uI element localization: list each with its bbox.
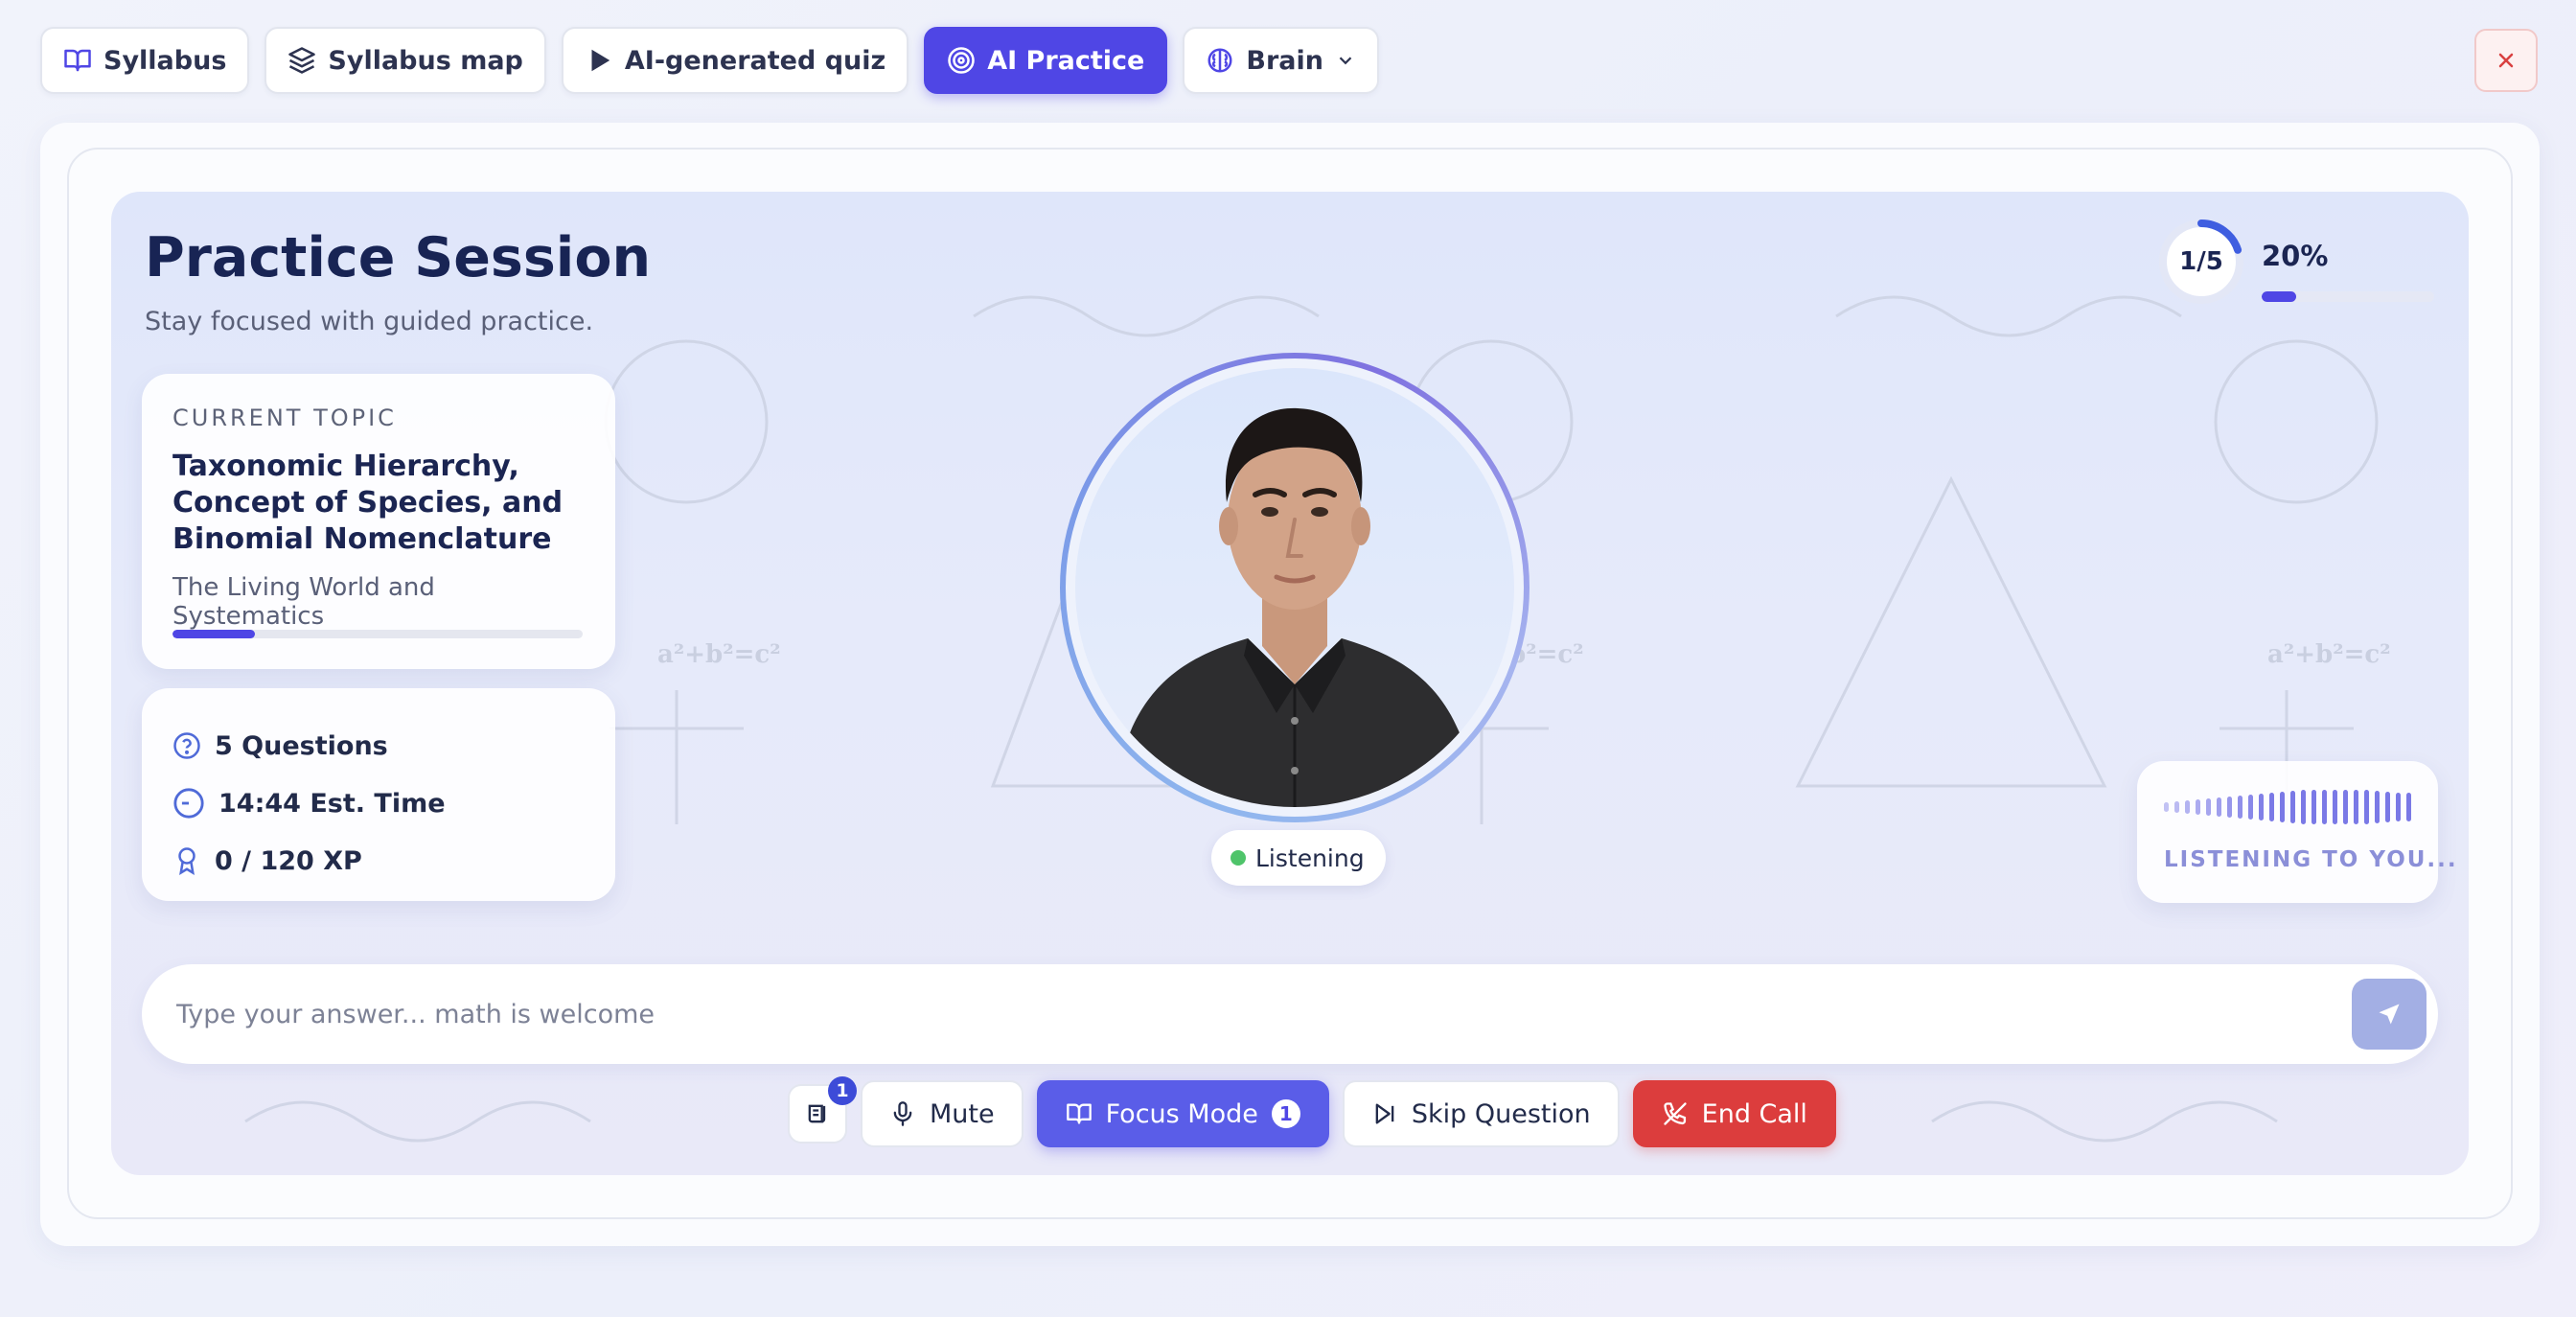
- notes-button[interactable]: 1: [788, 1076, 857, 1144]
- tab-label: AI-generated quiz: [624, 45, 886, 76]
- answer-bar: [142, 964, 2438, 1064]
- skip-question-label: Skip Question: [1411, 1098, 1591, 1129]
- waveform-bar: [2375, 791, 2380, 823]
- voice-activity-label: LISTENING TO YOU...: [2164, 847, 2458, 872]
- waveform-bar: [2385, 792, 2390, 822]
- waveform-bar: [2259, 794, 2264, 820]
- end-call-button[interactable]: End Call: [1632, 1080, 1836, 1147]
- tutor-avatar-ring: [1060, 353, 1530, 822]
- waveform-bar: [2333, 790, 2337, 824]
- waveform-bar: [2354, 790, 2358, 824]
- waveform-bar: [2248, 795, 2253, 820]
- waveform-bar: [2185, 800, 2190, 814]
- end-call-label: End Call: [1701, 1098, 1807, 1129]
- tab-syllabus[interactable]: Syllabus: [40, 27, 250, 94]
- skip-forward-icon: [1375, 1103, 1394, 1124]
- book-open-icon: [1066, 1103, 1092, 1124]
- stat-time-label: 14:44 Est. Time: [218, 788, 446, 819]
- avatar-status-badge: Listening: [1211, 830, 1386, 886]
- focus-mode-badge: 1: [1271, 1099, 1300, 1128]
- tab-label: Brain: [1246, 45, 1323, 76]
- answer-input[interactable]: [142, 964, 2352, 1064]
- waveform-bar: [2301, 790, 2306, 824]
- close-button[interactable]: [2474, 29, 2538, 92]
- waveform-bar: [2196, 799, 2200, 815]
- help-circle-icon: [173, 732, 200, 759]
- progress-percent: 20%: [2262, 240, 2329, 272]
- call-controls: 1 Mute Focus Mode 1 Skip Question End Ca…: [788, 1076, 1836, 1148]
- close-icon: [2498, 53, 2514, 68]
- tab-ai-quiz[interactable]: AI-generated quiz: [561, 27, 909, 94]
- send-button[interactable]: [2352, 979, 2426, 1050]
- progress-bar-fill: [2262, 291, 2296, 302]
- target-icon: [948, 47, 975, 74]
- waveform-bar: [2343, 790, 2348, 824]
- page-subtitle: Stay focused with guided practice.: [145, 307, 594, 336]
- stat-xp-label: 0 / 120 XP: [215, 845, 362, 876]
- voice-activity-card: LISTENING TO YOU...: [2137, 761, 2458, 903]
- stat-questions: 5 Questions: [172, 717, 585, 774]
- waveform-bar: [2312, 790, 2316, 824]
- topic-progress-fill: [172, 630, 255, 638]
- waveform-bar: [2364, 790, 2369, 824]
- tab-label: Syllabus: [104, 45, 227, 76]
- notes-badge: 1: [828, 1076, 857, 1105]
- send-icon: [2379, 1004, 2400, 1025]
- formula-decoration: a²+b²=c²: [2267, 640, 2391, 669]
- focus-mode-button[interactable]: Focus Mode 1: [1036, 1080, 1329, 1147]
- waveform-bar: [2174, 801, 2179, 813]
- tab-brain[interactable]: Brain: [1183, 27, 1379, 94]
- topic-title: Taxonomic Hierarchy, Concept of Species,…: [172, 450, 564, 556]
- waveform-bar: [2227, 797, 2232, 818]
- mute-label: Mute: [930, 1098, 995, 1129]
- stat-xp: 0 / 120 XP: [172, 832, 585, 890]
- stat-questions-label: 5 Questions: [215, 730, 388, 761]
- phone-off-icon: [1663, 1102, 1687, 1125]
- tab-ai-practice[interactable]: AI Practice: [924, 27, 1168, 94]
- award-icon: [178, 847, 196, 875]
- waveform-bar: [2406, 793, 2411, 821]
- timer-icon: [173, 788, 204, 819]
- tab-syllabus-map[interactable]: Syllabus map: [264, 27, 546, 94]
- mute-button[interactable]: Mute: [861, 1080, 1024, 1147]
- topic-kicker: CURRENT TOPIC: [172, 404, 397, 431]
- book-icon: [64, 49, 91, 72]
- waveform-bar: [2217, 797, 2221, 817]
- page-title: Practice Session: [145, 226, 652, 289]
- tab-label: Syllabus map: [328, 45, 523, 76]
- waveform-bar: [2396, 793, 2401, 821]
- session-stats-card: 5 Questions 14:44 Est. Time 0 / 120 XP: [142, 688, 615, 901]
- waveform-bar: [2269, 793, 2274, 821]
- progress-bar: [2262, 291, 2434, 302]
- top-navigation: Syllabus Syllabus map AI-generated quiz …: [40, 27, 1379, 96]
- topic-chapter: The Living World and Systematics: [172, 573, 435, 631]
- brain-icon: [1208, 48, 1232, 73]
- microphone-icon: [893, 1101, 912, 1126]
- voice-waveform: [2164, 786, 2411, 828]
- topic-progress-bar: [172, 630, 583, 638]
- practice-stage: a²+b²=c² a²+b²=c² a²+b²=c² Practice Sess…: [111, 192, 2469, 1175]
- waveform-bar: [2206, 798, 2211, 816]
- waveform-bar: [2290, 791, 2295, 823]
- waveform-bar: [2164, 802, 2169, 812]
- tutor-portrait: [1114, 407, 1476, 807]
- skip-question-button[interactable]: Skip Question: [1342, 1080, 1620, 1147]
- current-topic-card: CURRENT TOPIC Taxonomic Hierarchy, Conce…: [142, 374, 615, 669]
- waveform-bar: [2322, 790, 2327, 824]
- formula-decoration: a²+b²=c²: [657, 640, 781, 669]
- tutor-avatar: [1075, 368, 1514, 807]
- status-dot: [1230, 850, 1246, 866]
- waveform-bar: [2280, 792, 2285, 822]
- chevron-down-icon: [1339, 57, 1352, 65]
- play-icon: [591, 49, 610, 72]
- stat-time: 14:44 Est. Time: [172, 774, 585, 832]
- avatar-status-label: Listening: [1255, 843, 1365, 872]
- scroll-icon: [808, 1104, 826, 1123]
- layers-icon: [288, 47, 316, 74]
- question-counter: 1/5: [2179, 247, 2223, 276]
- focus-mode-label: Focus Mode: [1105, 1098, 1258, 1129]
- tab-label: AI Practice: [987, 45, 1145, 76]
- waveform-bar: [2238, 796, 2242, 819]
